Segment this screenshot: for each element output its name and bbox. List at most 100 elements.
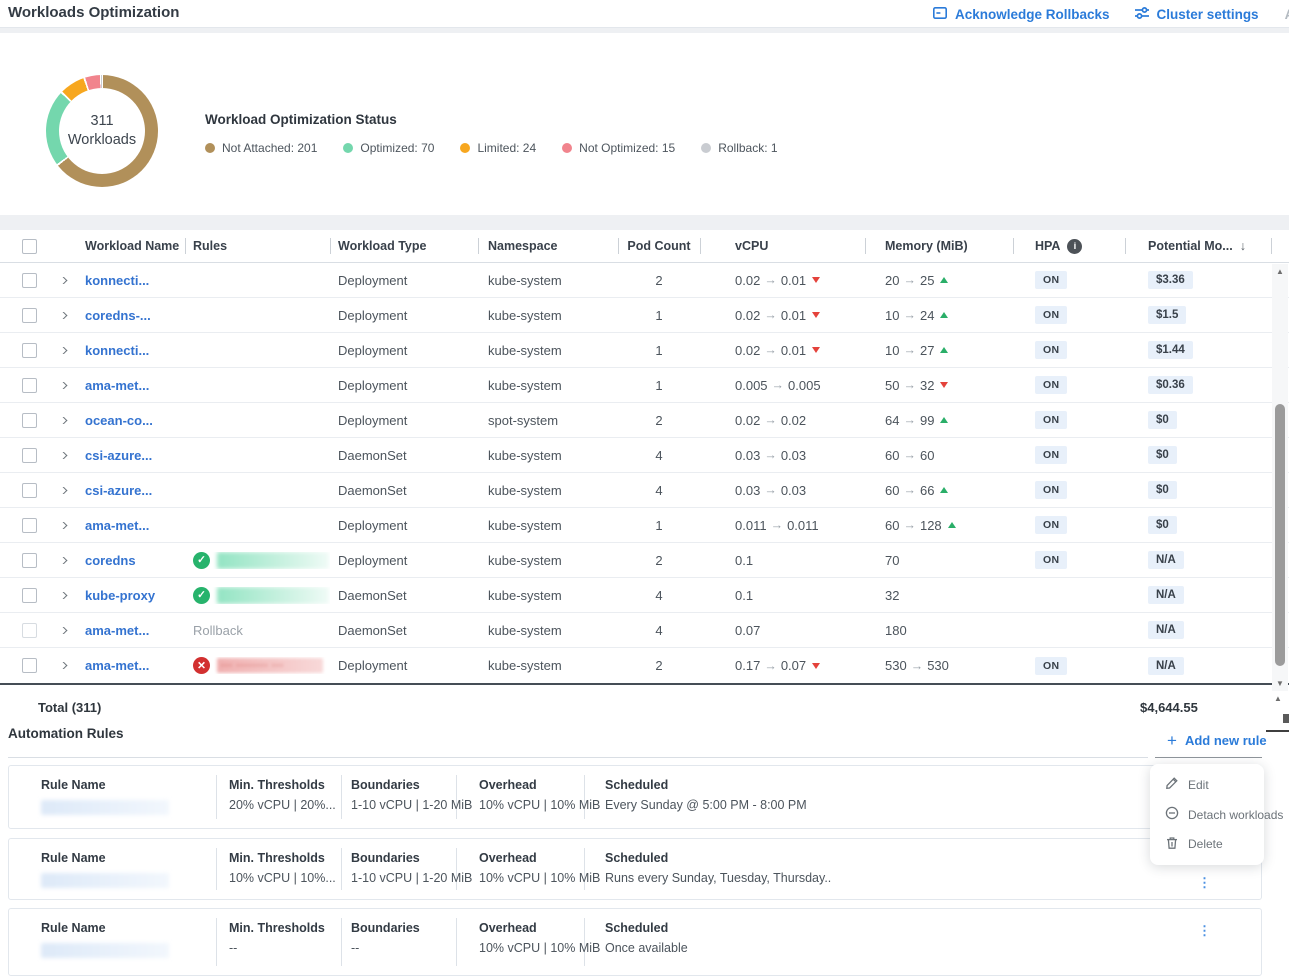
scrollbar-up-arrow[interactable]: ▲: [1272, 267, 1288, 276]
table-row: ocean-co...Deploymentspot-system20.02→0.…: [0, 403, 1289, 438]
boundaries: Boundaries1-10 vCPU | 1-20 MiB: [351, 851, 472, 885]
memory-cell: 530→530: [865, 658, 1013, 673]
row-checkbox[interactable]: [22, 483, 37, 498]
expand-chevron-icon[interactable]: [58, 277, 68, 284]
hpa-on-badge[interactable]: ON: [1035, 271, 1067, 289]
legend-item: Not Attached: 201: [205, 141, 317, 155]
workload-name-link[interactable]: ama-met...: [85, 658, 149, 673]
menu-item-delete[interactable]: Delete: [1150, 829, 1264, 859]
workload-name-link[interactable]: ama-met...: [85, 623, 149, 638]
rule-name: Rule Name: [41, 851, 169, 888]
workload-name-link[interactable]: ama-met...: [85, 378, 149, 393]
expand-chevron-icon[interactable]: [58, 487, 68, 494]
menu-item-detach-workloads[interactable]: Detach workloads: [1150, 800, 1264, 830]
expand-chevron-icon[interactable]: [58, 417, 68, 424]
rule-3-more-actions-kebab-icon[interactable]: ⋮: [1198, 928, 1210, 933]
column-header-memory-mib[interactable]: Memory (MiB): [865, 230, 1013, 262]
column-header-workload-name[interactable]: Workload Name: [80, 230, 185, 262]
select-all-checkbox[interactable]: [22, 239, 37, 254]
vcpu-recommended: 0.03: [781, 448, 806, 463]
row-checkbox[interactable]: [22, 623, 37, 638]
increase-triangle-icon: [940, 487, 948, 493]
minus-circle-icon: [1165, 806, 1179, 823]
row-checkbox[interactable]: [22, 658, 37, 673]
column-header-workload-type[interactable]: Workload Type: [330, 230, 478, 262]
page-scrollbar-up-arrow[interactable]: ▲: [1274, 694, 1282, 703]
donut-center-label: 311 Workloads: [59, 88, 145, 174]
expand-chevron-icon[interactable]: [58, 662, 68, 669]
expand-chevron-icon[interactable]: [58, 347, 68, 354]
hpa-on-badge[interactable]: ON: [1035, 341, 1067, 359]
right-arrow-icon: →: [771, 518, 784, 532]
menu-item-edit[interactable]: Edit: [1150, 770, 1264, 800]
expand-chevron-icon[interactable]: [58, 382, 68, 389]
cluster-settings-button[interactable]: Cluster settings: [1134, 5, 1259, 24]
column-header-pod-count[interactable]: Pod Count: [618, 230, 700, 262]
hpa-on-badge[interactable]: ON: [1035, 516, 1067, 534]
hpa-on-badge[interactable]: ON: [1035, 376, 1067, 394]
status-title: Workload Optimization Status: [205, 112, 804, 127]
scrollbar-thumb[interactable]: [1275, 404, 1285, 666]
expand-chevron-icon[interactable]: [58, 522, 68, 529]
row-checkbox[interactable]: [22, 588, 37, 603]
column-header-potential-mo[interactable]: Potential Mo...↓: [1125, 230, 1272, 262]
column-header-hpa[interactable]: HPAi: [1013, 230, 1125, 262]
pod-count-cell: 4: [618, 588, 700, 603]
table-row: ama-met...Deploymentkube-system10.005→0.…: [0, 368, 1289, 403]
table-scrollbar[interactable]: ▲ ▼: [1272, 264, 1288, 691]
workload-name-link[interactable]: konnecti...: [85, 273, 149, 288]
acknowledge-rollbacks-button[interactable]: Acknowledge Rollbacks: [932, 5, 1110, 24]
potential-savings-badge: $0: [1148, 481, 1177, 499]
vcpu-cell: 0.1: [700, 588, 865, 603]
workload-name-link[interactable]: ocean-co...: [85, 413, 153, 428]
workload-name-link[interactable]: coredns: [85, 553, 136, 568]
row-checkbox[interactable]: [22, 448, 37, 463]
info-icon[interactable]: i: [1067, 239, 1082, 254]
potential-savings-cell: $3.36: [1125, 271, 1272, 289]
workload-name-link[interactable]: konnecti...: [85, 343, 149, 358]
namespace-cell: kube-system: [478, 658, 618, 673]
scrollbar-down-arrow[interactable]: ▼: [1272, 679, 1288, 688]
expand-chevron-icon[interactable]: [58, 312, 68, 319]
expand-chevron-icon[interactable]: [58, 557, 68, 564]
status-legend: Not Attached: 201Optimized: 70Limited: 2…: [205, 141, 804, 155]
row-checkbox[interactable]: [22, 378, 37, 393]
add-new-rule-button[interactable]: + Add new rule: [1167, 733, 1267, 748]
column-header-namespace[interactable]: Namespace: [478, 230, 618, 262]
column-header-rules[interactable]: Rules: [185, 230, 330, 262]
workload-type-cell: Deployment: [330, 553, 478, 568]
hpa-on-badge[interactable]: ON: [1035, 446, 1067, 464]
row-checkbox[interactable]: [22, 413, 37, 428]
page-scrollbar-thumb[interactable]: [1283, 714, 1289, 723]
row-checkbox[interactable]: [22, 273, 37, 288]
row-checkbox[interactable]: [22, 343, 37, 358]
rule-2-more-actions-kebab-icon[interactable]: ⋮: [1198, 880, 1210, 885]
row-expand-cell: [55, 347, 80, 354]
hpa-on-badge[interactable]: ON: [1035, 411, 1067, 429]
boundaries-label: Boundaries: [351, 778, 472, 792]
vcpu-recommended: 0.03: [781, 483, 806, 498]
workload-name-link[interactable]: coredns-...: [85, 308, 151, 323]
legend-dot: [205, 143, 215, 153]
overhead: Overhead10% vCPU | 10% MiB: [479, 778, 600, 812]
hpa-on-badge[interactable]: ON: [1035, 551, 1067, 569]
actions-button[interactable]: Actions: [1285, 7, 1289, 22]
hpa-on-badge[interactable]: ON: [1035, 657, 1067, 675]
workload-name-link[interactable]: csi-azure...: [85, 483, 152, 498]
card-column-divider: [456, 918, 457, 966]
workload-name-link[interactable]: kube-proxy: [85, 588, 155, 603]
expand-chevron-icon[interactable]: [58, 627, 68, 634]
workload-name-link[interactable]: csi-azure...: [85, 448, 152, 463]
expand-chevron-icon[interactable]: [58, 592, 68, 599]
hpa-on-badge[interactable]: ON: [1035, 306, 1067, 324]
workload-type-cell: Deployment: [330, 658, 478, 673]
hpa-on-badge[interactable]: ON: [1035, 481, 1067, 499]
rule-card: Rule NameMin. Thresholds20% vCPU | 20%..…: [8, 765, 1262, 829]
right-arrow-icon: →: [764, 308, 777, 322]
row-checkbox[interactable]: [22, 518, 37, 533]
expand-chevron-icon[interactable]: [58, 452, 68, 459]
row-checkbox[interactable]: [22, 553, 37, 568]
column-header-vcpu[interactable]: vCPU: [700, 230, 865, 262]
row-checkbox[interactable]: [22, 308, 37, 323]
workload-name-link[interactable]: ama-met...: [85, 518, 149, 533]
